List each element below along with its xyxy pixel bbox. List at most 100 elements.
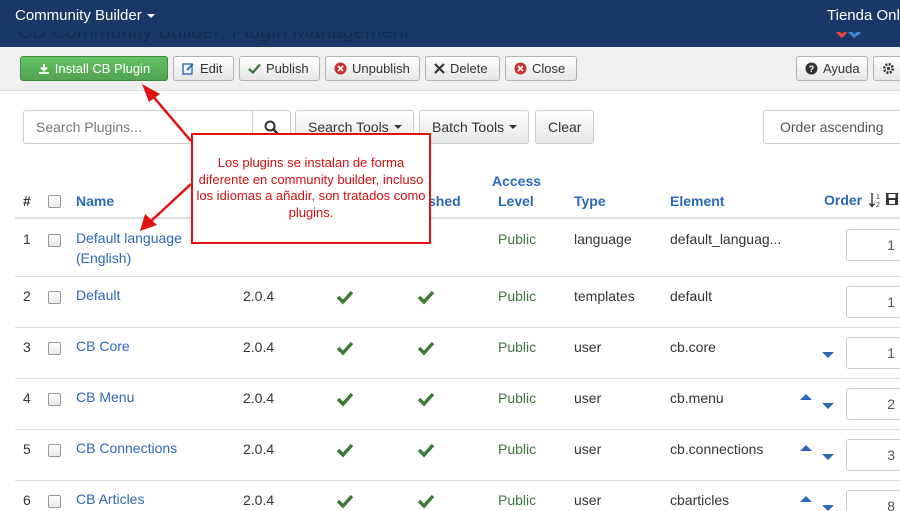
- help-button[interactable]: ? Ayuda: [796, 56, 868, 81]
- install-plugin-label: Install CB Plugin: [54, 61, 151, 76]
- column-header-published[interactable]: shed: [428, 193, 461, 209]
- checkmark-icon: [248, 63, 261, 74]
- row-number: 5: [23, 441, 31, 457]
- site-link[interactable]: Tienda Onli: [827, 7, 900, 24]
- unpublish-button[interactable]: Unpublish: [325, 56, 420, 81]
- installed-check-icon[interactable]: [336, 340, 354, 356]
- ordering-select[interactable]: Order ascending: [763, 110, 900, 144]
- installed-check-icon[interactable]: [336, 289, 354, 305]
- row-checkbox[interactable]: [48, 342, 61, 355]
- install-plugin-button[interactable]: Install CB Plugin: [20, 56, 168, 81]
- column-header-number: #: [23, 193, 31, 209]
- top-navbar: Community Builder Tienda Onli: [0, 0, 900, 32]
- order-value: 1: [887, 294, 895, 310]
- plugin-name-link[interactable]: CB Core: [76, 336, 130, 356]
- published-check-icon[interactable]: [417, 493, 435, 509]
- row-checkbox[interactable]: [48, 495, 61, 508]
- order-input[interactable]: 1: [846, 286, 900, 318]
- row-checkbox[interactable]: [48, 291, 61, 304]
- publish-label: Publish: [266, 61, 309, 76]
- move-down-icon[interactable]: [822, 352, 834, 358]
- column-header-order[interactable]: Order: [824, 192, 862, 208]
- plugin-name-link[interactable]: CB Connections: [76, 438, 177, 458]
- batch-tools-button[interactable]: Batch Tools: [419, 110, 529, 144]
- table-header-divider: [15, 217, 900, 219]
- unpublish-label: Unpublish: [352, 61, 410, 76]
- plugin-type: language: [574, 231, 632, 247]
- row-number: 6: [23, 492, 31, 508]
- close-icon: [434, 63, 445, 74]
- order-input[interactable]: 1: [846, 229, 900, 261]
- move-up-icon[interactable]: [800, 496, 812, 502]
- access-level: Public: [498, 492, 537, 508]
- access-level: Public: [498, 339, 537, 355]
- move-down-icon[interactable]: [822, 505, 834, 511]
- svg-text:?: ?: [809, 64, 815, 74]
- toolbar: Install CB Plugin Edit Publish Unpublish…: [0, 47, 900, 91]
- annotation-callout: Los plugins se instalan de forma diferen…: [191, 133, 431, 244]
- close-button[interactable]: Close: [505, 56, 577, 81]
- page-title: CB Community Builder: Plugin Management: [18, 32, 410, 43]
- order-input[interactable]: 8: [846, 490, 900, 511]
- order-input[interactable]: 1: [846, 337, 900, 369]
- published-check-icon[interactable]: [417, 289, 435, 305]
- edit-icon: [182, 62, 195, 75]
- page-header: CB Community Builder: Plugin Management: [0, 32, 900, 47]
- options-button[interactable]: [873, 56, 900, 81]
- plugin-version: 2.0.4: [243, 339, 275, 355]
- column-header-name[interactable]: Name: [76, 193, 114, 209]
- plugin-type: user: [574, 441, 602, 457]
- plugin-name-link[interactable]: Default: [76, 285, 120, 305]
- move-down-icon[interactable]: [822, 454, 834, 460]
- order-input[interactable]: 2: [846, 388, 900, 420]
- column-header-access-line2[interactable]: Level: [498, 193, 534, 209]
- plugin-name-link[interactable]: Default language (English): [76, 228, 182, 268]
- row-checkbox[interactable]: [48, 234, 61, 247]
- plugin-name-link[interactable]: CB Menu: [76, 387, 134, 407]
- caret-down-icon: [509, 125, 518, 129]
- row-checkbox[interactable]: [48, 444, 61, 457]
- plugin-version: 2.0.4: [243, 492, 275, 508]
- published-check-icon[interactable]: [417, 391, 435, 407]
- plugin-element: cb.core: [670, 339, 716, 355]
- order-value: 8: [887, 498, 895, 511]
- order-value: 3: [887, 447, 895, 463]
- plugin-name-line1: Default language: [76, 230, 182, 246]
- move-down-icon[interactable]: [822, 403, 834, 409]
- column-header-type[interactable]: Type: [574, 193, 606, 209]
- unpublish-icon: [334, 62, 347, 75]
- row-checkbox[interactable]: [48, 393, 61, 406]
- move-up-icon[interactable]: [800, 445, 812, 451]
- plugin-version: 2.0.4: [243, 390, 275, 406]
- column-header-element[interactable]: Element: [670, 193, 724, 209]
- order-input[interactable]: 3: [846, 439, 900, 471]
- plugin-name-link[interactable]: CB Articles: [76, 489, 144, 509]
- clear-button[interactable]: Clear: [535, 110, 594, 144]
- order-value: 2: [887, 396, 895, 412]
- publish-button[interactable]: Publish: [239, 56, 320, 81]
- plugin-element: default: [670, 288, 713, 304]
- row-number: 2: [23, 288, 31, 304]
- column-header-access-line1[interactable]: Access: [492, 173, 541, 189]
- delete-button[interactable]: Delete: [425, 56, 500, 81]
- brand-menu[interactable]: Community Builder: [15, 7, 155, 24]
- svg-text:2: 2: [876, 202, 880, 208]
- caret-down-icon: [393, 125, 402, 129]
- row-divider: [15, 429, 900, 430]
- plugin-version: 2.0.4: [243, 288, 275, 304]
- sort-numeric-icon[interactable]: 1 2: [869, 192, 882, 208]
- plugin-type: user: [574, 339, 602, 355]
- move-up-icon[interactable]: [800, 394, 812, 400]
- save-order-icon[interactable]: [885, 192, 899, 206]
- row-number: 4: [23, 390, 31, 406]
- installed-check-icon[interactable]: [336, 391, 354, 407]
- row-number: 1: [23, 231, 31, 247]
- delete-label: Delete: [450, 61, 488, 76]
- installed-check-icon[interactable]: [336, 493, 354, 509]
- published-check-icon[interactable]: [417, 442, 435, 458]
- published-check-icon[interactable]: [417, 340, 435, 356]
- cancel-circle-icon: [514, 62, 527, 75]
- select-all-checkbox[interactable]: [48, 195, 61, 208]
- edit-button[interactable]: Edit: [173, 56, 234, 81]
- installed-check-icon[interactable]: [336, 442, 354, 458]
